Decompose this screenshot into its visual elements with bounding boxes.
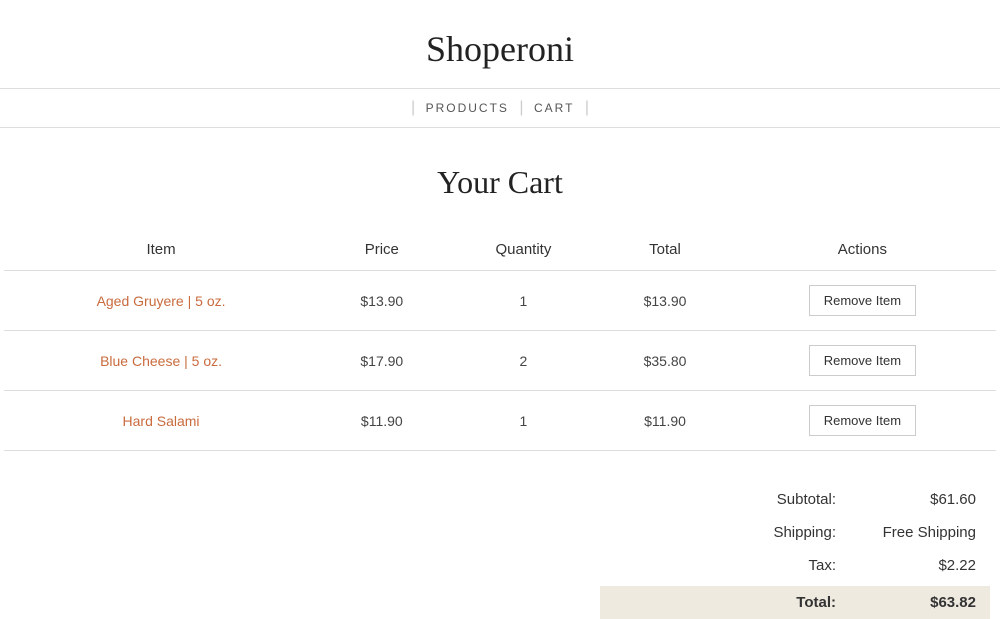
site-header: Shoperoni [0, 0, 1000, 88]
table-row: Blue Cheese | 5 oz. $17.90 2 $35.80 Remo… [4, 331, 996, 391]
remove-button[interactable]: Remove Item [809, 285, 916, 316]
item-link[interactable]: Hard Salami [123, 413, 200, 429]
shipping-label: Shipping: [614, 524, 876, 541]
nav-divider: | [519, 99, 523, 116]
item-quantity: 1 [446, 271, 602, 331]
item-total: $35.80 [601, 331, 728, 391]
remove-button[interactable]: Remove Item [809, 405, 916, 436]
total-label: Total: [614, 594, 876, 611]
site-title: Shoperoni [0, 28, 1000, 70]
item-total: $13.90 [601, 271, 728, 331]
nav-products-link[interactable]: PRODUCTS [426, 101, 509, 115]
summary-tax-row: Tax: $2.22 [600, 549, 990, 582]
page-title: Your Cart [0, 164, 1000, 201]
table-header-row: Item Price Quantity Total Actions [4, 229, 996, 271]
item-link[interactable]: Blue Cheese | 5 oz. [100, 353, 222, 369]
col-header-quantity: Quantity [446, 229, 602, 271]
subtotal-label: Subtotal: [614, 491, 876, 508]
tax-value: $2.22 [876, 557, 976, 574]
item-total: $11.90 [601, 391, 728, 451]
item-quantity: 1 [446, 391, 602, 451]
main-nav: | PRODUCTS | CART | [0, 88, 1000, 128]
table-row: Aged Gruyere | 5 oz. $13.90 1 $13.90 Rem… [4, 271, 996, 331]
item-price: $11.90 [318, 391, 445, 451]
summary-subtotal-row: Subtotal: $61.60 [600, 483, 990, 516]
nav-divider: | [585, 99, 589, 116]
cart-summary: Subtotal: $61.60 Shipping: Free Shipping… [600, 483, 990, 619]
shipping-value: Free Shipping [876, 524, 976, 541]
col-header-price: Price [318, 229, 445, 271]
total-value: $63.82 [876, 594, 976, 611]
item-price: $13.90 [318, 271, 445, 331]
tax-label: Tax: [614, 557, 876, 574]
remove-button[interactable]: Remove Item [809, 345, 916, 376]
col-header-actions: Actions [729, 229, 996, 271]
col-header-total: Total [601, 229, 728, 271]
summary-total-row: Total: $63.82 [600, 586, 990, 619]
item-price: $17.90 [318, 331, 445, 391]
item-quantity: 2 [446, 331, 602, 391]
nav-cart-link[interactable]: CART [534, 101, 574, 115]
subtotal-value: $61.60 [876, 491, 976, 508]
nav-divider: | [411, 99, 415, 116]
col-header-item: Item [4, 229, 318, 271]
table-row: Hard Salami $11.90 1 $11.90 Remove Item [4, 391, 996, 451]
cart-table: Item Price Quantity Total Actions Aged G… [4, 229, 996, 451]
summary-shipping-row: Shipping: Free Shipping [600, 516, 990, 549]
item-link[interactable]: Aged Gruyere | 5 oz. [97, 293, 226, 309]
